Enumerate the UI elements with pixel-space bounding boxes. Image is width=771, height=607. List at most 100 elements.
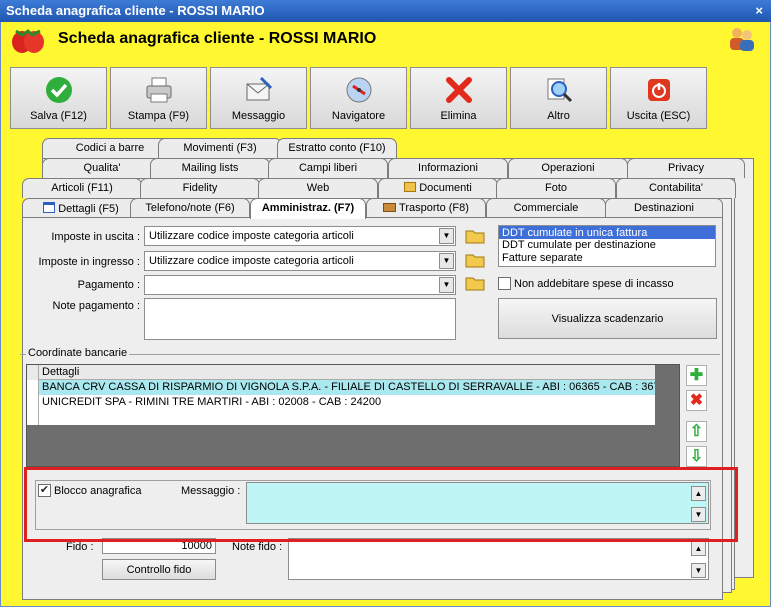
window-titlebar[interactable]: Scheda anagrafica cliente - ROSSI MARIO: [0, 0, 771, 22]
tab-web[interactable]: Web: [258, 178, 378, 198]
tab-documenti-label: Documenti: [419, 182, 472, 194]
tab-operazioni[interactable]: Operazioni: [508, 158, 628, 178]
magnifier-icon: [547, 78, 572, 103]
fido-label: Fido :: [66, 541, 94, 553]
folder-icon[interactable]: [465, 251, 485, 269]
scroll-up-icon[interactable]: ▲: [691, 541, 706, 556]
folder-icon[interactable]: [465, 274, 485, 292]
controllo-fido-button[interactable]: Controllo fido: [102, 559, 216, 580]
ddt-option-3[interactable]: Fatture separate: [499, 252, 715, 265]
exit-label: Uscita (ESC): [626, 110, 691, 122]
bank-header-corner: [27, 365, 39, 380]
message-button[interactable]: Messaggio: [210, 67, 307, 129]
imposte-uscita-select[interactable]: Utilizzare codice imposte categoria arti…: [144, 226, 456, 246]
tab-dettagli[interactable]: Dettagli (F5): [22, 198, 140, 218]
navigator-label: Navigatore: [331, 110, 386, 122]
blocco-label: Blocco anagrafica: [54, 485, 142, 497]
printer-icon: [146, 77, 171, 103]
navigator-button[interactable]: Navigatore: [310, 67, 407, 129]
scroll-down-icon[interactable]: ▼: [691, 507, 706, 522]
bank-row[interactable]: [39, 410, 655, 425]
pagamento-select[interactable]: ▼: [144, 275, 456, 295]
non-addebitare-checkbox[interactable]: [498, 277, 511, 290]
arrow-up-icon[interactable]: ⇧: [686, 421, 707, 442]
note-fido-label: Note fido :: [232, 541, 283, 553]
messaggio-input[interactable]: [246, 482, 709, 524]
imposte-ingresso-select[interactable]: Utilizzare codice imposte categoria arti…: [144, 251, 456, 271]
tab-articoli[interactable]: Articoli (F11): [22, 178, 142, 198]
tab-fidelity[interactable]: Fidelity: [140, 178, 260, 198]
scroll-up-icon[interactable]: ▲: [691, 486, 706, 501]
delete-button[interactable]: Elimina: [410, 67, 507, 129]
tab-documenti[interactable]: Documenti: [378, 178, 498, 198]
folder-icon[interactable]: [465, 227, 485, 245]
print-label: Stampa (F9): [127, 110, 190, 122]
tab-trasporto[interactable]: Trasporto (F8): [366, 198, 486, 218]
check-icon: [45, 77, 72, 103]
ddt-listbox[interactable]: DDT cumulate in unica fattura DDT cumula…: [498, 225, 716, 267]
other-button[interactable]: Altro: [510, 67, 607, 129]
compass-icon: [346, 77, 371, 103]
print-button[interactable]: Stampa (F9): [110, 67, 207, 129]
tab-privacy[interactable]: Privacy: [627, 158, 745, 178]
tab-destinazioni[interactable]: Destinazioni: [605, 198, 723, 218]
chevron-down-icon: ▼: [439, 253, 454, 269]
imposte-ingresso-label: Imposte in ingresso :: [38, 256, 141, 268]
ddt-option-2[interactable]: DDT cumulate per destinazione: [499, 239, 715, 252]
messaggio-label: Messaggio :: [181, 485, 241, 497]
users-icon[interactable]: [727, 25, 757, 53]
tab-amministrazione[interactable]: Amministraz. (F7): [250, 198, 366, 219]
tab-trasporto-label: Trasporto (F8): [399, 202, 469, 214]
pagamento-label: Pagamento :: [77, 279, 140, 291]
delete-label: Elimina: [440, 110, 477, 122]
tab-campi-liberi[interactable]: Campi liberi: [268, 158, 388, 178]
tab-contabilita[interactable]: Contabilita': [616, 178, 736, 198]
power-icon: [647, 79, 670, 101]
bank-column-header[interactable]: Dettagli: [39, 365, 655, 380]
folder-icon: [404, 182, 417, 192]
save-button[interactable]: Salva (F12): [10, 67, 107, 129]
envelope-icon: [246, 76, 272, 101]
truck-icon: [383, 203, 397, 212]
tab-qualita[interactable]: Qualita': [42, 158, 162, 178]
calendar-icon: [43, 202, 56, 213]
other-label: Altro: [547, 110, 570, 122]
bank-row-selector: [27, 380, 39, 425]
imposte-ingresso-value: Utilizzare codice imposte categoria arti…: [149, 255, 354, 267]
delete-icon: [445, 77, 472, 103]
message-label: Messaggio: [231, 110, 286, 122]
tab-movimenti[interactable]: Movimenti (F3): [158, 138, 282, 158]
ddt-option-1[interactable]: DDT cumulate in unica fattura: [499, 226, 715, 239]
coordinate-bancarie-label: Coordinate bancarie: [26, 347, 130, 359]
note-pagamento-input[interactable]: [144, 298, 456, 340]
note-fido-input[interactable]: [288, 538, 709, 580]
tab-informazioni[interactable]: Informazioni: [388, 158, 508, 178]
exit-button[interactable]: Uscita (ESC): [610, 67, 707, 129]
visualizza-scadenzario-button[interactable]: Visualizza scadenzario: [498, 298, 717, 339]
arrow-down-icon[interactable]: ⇩: [686, 446, 707, 467]
tab-dettagli-label: Dettagli (F5): [58, 203, 119, 215]
remove-icon[interactable]: ✖: [686, 390, 707, 411]
add-icon[interactable]: ✚: [686, 365, 707, 386]
bank-row[interactable]: UNICREDIT SPA - RIMINI TRE MARTIRI - ABI…: [39, 395, 655, 410]
tab-telefono-note[interactable]: Telefono/note (F6): [130, 198, 250, 218]
fido-input[interactable]: 10000: [102, 538, 216, 554]
imposte-uscita-label: Imposte in uscita :: [51, 231, 140, 243]
non-addebitare-label: Non addebitare spese di incasso: [514, 278, 674, 290]
blocco-checkbox[interactable]: ✔: [38, 484, 51, 497]
close-icon[interactable]: ×: [755, 3, 763, 18]
note-pagamento-label: Note pagamento :: [52, 300, 140, 312]
strawberry-icon: [12, 29, 44, 53]
scroll-down-icon[interactable]: ▼: [691, 563, 706, 578]
window-title: Scheda anagrafica cliente - ROSSI MARIO: [6, 3, 265, 18]
page-title: Scheda anagrafica cliente - ROSSI MARIO: [58, 30, 377, 47]
tab-mailing-lists[interactable]: Mailing lists: [150, 158, 270, 178]
imposte-uscita-value: Utilizzare codice imposte categoria arti…: [149, 230, 354, 242]
chevron-down-icon: ▼: [439, 277, 454, 293]
bank-row[interactable]: BANCA CRV CASSA DI RISPARMIO DI VIGNOLA …: [39, 380, 655, 395]
save-label: Salva (F12): [30, 110, 87, 122]
tab-commerciale[interactable]: Commerciale: [486, 198, 606, 218]
tab-foto[interactable]: Foto: [496, 178, 616, 198]
chevron-down-icon: ▼: [439, 228, 454, 244]
tab-estratto-conto[interactable]: Estratto conto (F10): [277, 138, 397, 158]
